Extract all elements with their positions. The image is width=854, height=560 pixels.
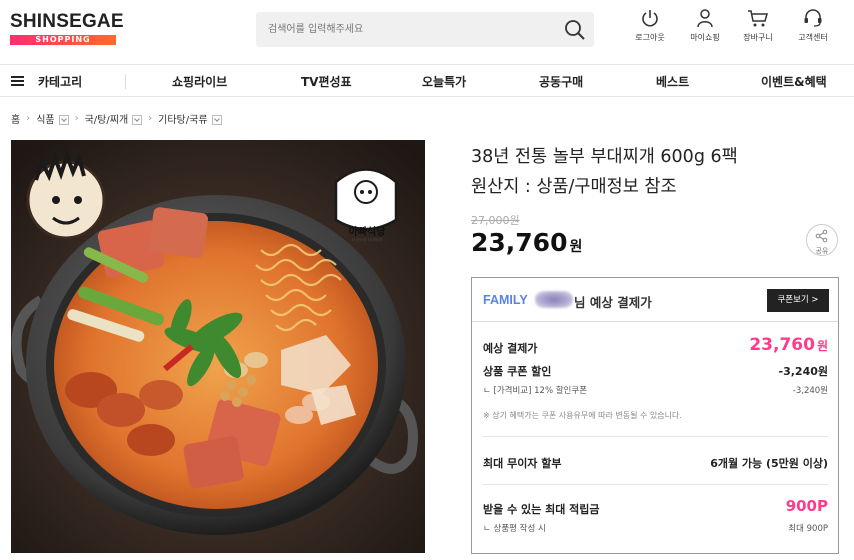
nav-item-group-buy[interactable]: 공동구매 [539,73,583,90]
view-coupon-button[interactable]: 쿠폰보기 > [767,289,829,312]
menu-icon[interactable] [11,76,24,86]
brand-badge-title: 아빠식당 [348,227,386,238]
customer-center-label: 고객센터 [798,33,828,42]
product-title-line1: 38년 전통 놀부 부대찌개 600g 6팩 [471,147,738,167]
budae-jjigae-pot-illustration [11,140,425,553]
original-price: 27,000원 [471,214,520,227]
nav-item-best[interactable]: 베스트 [656,73,689,90]
breadcrumb-soup[interactable]: 국/탕/찌개 [85,111,129,126]
benefit-box: FAMILY 님 예상 결제가 쿠폰보기 > 예상 결제가 23,760 원 상품… [471,277,839,554]
benefit-box-header: FAMILY 님 예상 결제가 쿠폰보기 > [472,278,838,322]
product-image: 아빠식당 보글보글 부대찌개 [11,140,425,553]
points-detail-label: ㄴ 상품평 작성 시 [483,524,546,534]
nav-item-tv-schedule[interactable]: TV편성표 [301,73,352,90]
product-title: 38년 전통 놀부 부대찌개 600g 6팩 원산지 : 상품/구매정보 참조 [471,142,831,202]
coupon-discount-label: 상품 쿠폰 할인 [483,365,552,378]
breadcrumb-food[interactable]: 식품 [36,111,54,126]
cart-button[interactable]: 장바구니 [735,8,781,43]
nav-item-shopping-live[interactable]: 쇼핑라이브 [172,73,227,90]
family-label: FAMILY [483,293,528,307]
points-value: 900P [785,497,828,515]
breadcrumb-home[interactable]: 홈 [11,111,20,126]
chevron-down-icon[interactable] [132,114,143,125]
cart-label: 장바구니 [743,33,773,42]
breadcrumb: 홈 › 식품 › 국/탕/찌개 › 기타탕/국류 [11,111,222,126]
expected-price-value: 23,760 원 [749,335,828,355]
chevron-down-icon[interactable] [211,114,222,125]
user-icon [697,9,713,28]
brand-badge-subtitle: 보글보글 부대찌개 [351,237,383,242]
chevron-right-icon: › [74,113,79,124]
main-nav: 카테고리 쇼핑라이브 TV편성표 오늘특가 공동구매 베스트 이벤트&혜택 [0,64,854,97]
blurred-username [535,291,573,308]
nav-divider [125,74,126,89]
nav-item-today-deal[interactable]: 오늘특가 [422,73,466,90]
installment-label: 최대 무이자 할부 [483,457,562,470]
my-shopping-label: 마이쇼핑 [690,33,720,42]
share-button[interactable]: 공유 [806,224,838,256]
customer-center-button[interactable]: 고객센터 [790,8,836,43]
chevron-right-icon: › [26,113,31,124]
logo-subtext: SHOPPING [10,35,116,45]
coupon-discount-value: -3,240원 [778,365,828,378]
product-title-line2: 원산지 : 상품/구매정보 참조 [471,177,677,197]
chevron-down-icon[interactable] [58,114,69,125]
breadcrumb-other-soup[interactable]: 기타탕/국류 [158,111,207,126]
shinsegae-shopping-logo[interactable]: SHINSEGAE SHOPPING [10,11,124,45]
headset-icon [804,9,822,27]
expected-price-amount: 23,760 [749,335,815,355]
share-label: 공유 [815,247,829,255]
nav-item-events[interactable]: 이벤트&혜택 [761,73,827,90]
sale-price: 23,760 원 [471,228,582,257]
installment-value: 6개월 가능 (5만원 이상) [710,457,828,470]
divider [482,436,828,437]
divider [482,484,828,485]
search-input[interactable] [268,12,548,47]
chevron-right-icon: › [148,113,153,124]
share-icon [815,229,828,243]
expected-price-unit: 원 [816,339,828,353]
sale-price-value: 23,760 [471,228,568,257]
benefit-notice: ※ 상기 혜택가는 쿠폰 사용유무에 따라 변동될 수 있습니다. [483,411,682,420]
logout-label: 로그아웃 [635,33,665,42]
search-bar [256,12,594,47]
coupon-detail-label: ㄴ [가격비교] 12% 할인쿠폰 [483,386,588,396]
logo-wordmark: SHINSEGAE [10,11,124,32]
logout-button[interactable]: 로그아웃 [627,8,673,43]
coupon-detail-value: -3,240원 [792,386,828,396]
nav-category[interactable]: 카테고리 [38,73,82,90]
points-detail-value: 최대 900P [788,524,828,534]
sale-price-unit: 원 [569,239,583,255]
points-label: 받을 수 있는 최대 적립금 [483,503,600,516]
search-icon[interactable] [564,19,586,41]
expected-price-label: 예상 결제가 [483,342,538,355]
cart-icon [748,10,768,27]
my-shopping-button[interactable]: 마이쇼핑 [682,8,728,43]
power-icon [642,10,658,27]
expected-price-heading: 님 예상 결제가 [574,295,652,310]
